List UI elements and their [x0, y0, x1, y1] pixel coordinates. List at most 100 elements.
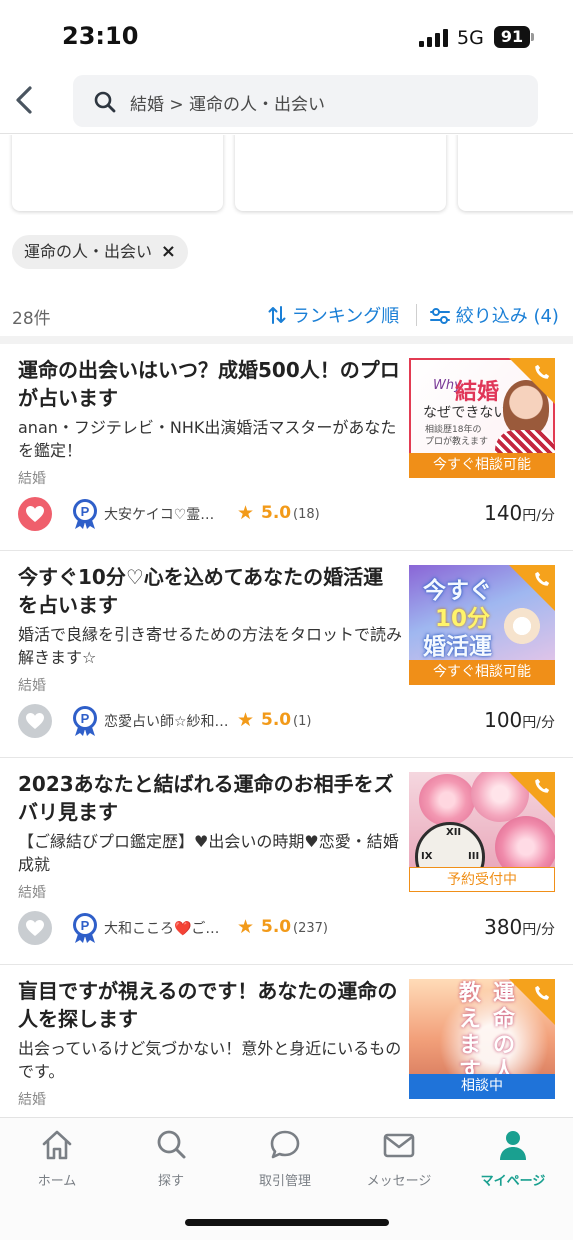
- mail-icon: [383, 1133, 415, 1158]
- tab-mypage[interactable]: マイページ: [456, 1128, 570, 1198]
- phone-corner-badge: [509, 565, 555, 611]
- item-thumbnail[interactable]: XII IX III 予約受付中: [409, 772, 555, 892]
- phone-corner-badge: [509, 772, 555, 818]
- item-description: 婚活で良縁を引き寄せるための方法をタロットで読み解きます☆: [18, 625, 403, 667]
- availability-badge: 予約受付中: [409, 867, 555, 892]
- search-query: 結婚 > 運命の人・出会い: [130, 95, 326, 115]
- sort-arrows-icon: [268, 306, 286, 324]
- phone-corner-badge: [509, 979, 555, 1025]
- person-icon: [500, 1131, 526, 1160]
- thumb-text: 相談歴18年の プロが教えます: [425, 425, 489, 447]
- item-category: 結婚: [18, 885, 46, 901]
- phone-icon: [535, 778, 550, 793]
- svg-text:P: P: [81, 918, 90, 933]
- review-count: (1): [293, 714, 312, 729]
- result-count: 28件: [12, 309, 51, 329]
- tab-label: メッセージ: [366, 1174, 432, 1189]
- section-divider: [0, 336, 573, 344]
- list-item[interactable]: 盲目ですが視えるのです！あなたの運命の人を探します 出会っているけど気づかない！…: [0, 965, 573, 1125]
- heart-icon: [26, 920, 44, 936]
- category-card[interactable]: [458, 135, 573, 211]
- home-icon: [42, 1130, 72, 1160]
- item-description: 【ご縁結びプロ鑑定歴】♥出会いの時期♥恋愛・結婚成就: [18, 832, 399, 874]
- price: 380円/分: [484, 915, 555, 939]
- sliders-icon: [430, 308, 450, 324]
- item-category: 結婚: [18, 678, 46, 694]
- category-card[interactable]: [12, 135, 223, 211]
- tab-label: 取引管理: [258, 1174, 311, 1189]
- review-count: (18): [293, 507, 320, 522]
- filter-label: 絞り込み (4): [455, 306, 559, 327]
- heart-icon: [26, 506, 44, 522]
- rating-value: 5.0: [261, 917, 292, 937]
- tab-search[interactable]: 探す: [114, 1128, 228, 1198]
- availability-badge: 相談中: [409, 1074, 555, 1099]
- filter-chip[interactable]: 運命の人・出会い ×: [12, 235, 189, 269]
- platinum-badge-icon: P: [73, 913, 97, 943]
- tab-home[interactable]: ホーム: [0, 1128, 114, 1198]
- phone-icon: [535, 364, 550, 379]
- favorite-button[interactable]: [18, 911, 52, 945]
- network-type: 5G: [457, 27, 484, 49]
- header: 結婚 > 運命の人・出会い: [0, 70, 573, 134]
- rose-image: [419, 774, 475, 826]
- seller-name[interactable]: 大安ケイコ♡霊…: [104, 504, 234, 524]
- review-count: (237): [293, 921, 328, 936]
- tab-label: 探す: [157, 1174, 184, 1189]
- phone-icon: [535, 571, 550, 586]
- favorite-button[interactable]: [18, 497, 52, 531]
- tab-transactions[interactable]: 取引管理: [228, 1128, 342, 1198]
- search-icon: [157, 1130, 186, 1159]
- item-title[interactable]: 2023あなたと結ばれる運命のお相手をズバリ見ます: [18, 770, 402, 826]
- chat-bubble-icon: [270, 1130, 300, 1159]
- list-item[interactable]: 2023あなたと結ばれる運命のお相手をズバリ見ます 【ご縁結びプロ鑑定歴】♥出会…: [0, 758, 573, 965]
- price: 100円/分: [484, 708, 555, 732]
- seller-name[interactable]: 恋愛占い師☆紗和…: [104, 711, 234, 731]
- item-category: 結婚: [18, 471, 46, 487]
- item-thumbnail[interactable]: 運命の人 教えます 相談中: [409, 979, 555, 1099]
- battery-icon: 91: [494, 26, 530, 48]
- status-time: 23:10: [62, 22, 139, 50]
- tab-label: マイページ: [480, 1174, 546, 1189]
- status-bar: 23:10 5G 91: [0, 0, 573, 70]
- availability-badge: 今すぐ相談可能: [409, 660, 555, 685]
- platinum-badge-icon: P: [73, 499, 97, 529]
- svg-text:P: P: [81, 504, 90, 519]
- toolbar-divider: [416, 304, 417, 326]
- phone-corner-badge: [509, 358, 555, 404]
- svg-text:P: P: [81, 711, 90, 726]
- phone-icon: [535, 985, 550, 1000]
- star-icon: ★: [237, 916, 255, 938]
- list-item[interactable]: 今すぐ10分♡心を込めてあなたの婚活運を占います 婚活で良縁を引き寄せるための方…: [0, 551, 573, 758]
- category-card-strip: [0, 135, 573, 215]
- item-title[interactable]: 運命の出会いはいつ？成婚500人！のプロが占います: [18, 356, 402, 412]
- thumb-text: 教えます: [459, 981, 482, 1084]
- rating-value: 5.0: [261, 503, 292, 523]
- platinum-badge-icon: P: [73, 706, 97, 736]
- item-category: 結婚: [18, 1092, 46, 1108]
- item-description: 出会っているけど気づかない！意外と身近にいるものです。: [18, 1039, 402, 1081]
- favorite-button[interactable]: [18, 704, 52, 738]
- filter-button[interactable]: 絞り込み (4): [430, 302, 559, 328]
- filter-chip-label: 運命の人・出会い: [24, 242, 153, 261]
- signal-icon: [419, 29, 449, 47]
- sort-button[interactable]: ランキング順: [268, 302, 399, 328]
- rating-value: 5.0: [261, 710, 292, 730]
- price: 140円/分: [484, 501, 555, 525]
- availability-badge: 今すぐ相談可能: [409, 453, 555, 478]
- battery-tip: [531, 33, 534, 41]
- category-card[interactable]: [235, 135, 446, 211]
- tab-messages[interactable]: メッセージ: [342, 1128, 456, 1198]
- seller-name[interactable]: 大和こころ❤️ご…: [104, 918, 234, 938]
- item-thumbnail[interactable]: 今すぐ 10分 婚活運 今すぐ相談可能: [409, 565, 555, 685]
- back-button[interactable]: [8, 80, 42, 120]
- item-title[interactable]: 盲目ですが視えるのです！あなたの運命の人を探します: [18, 977, 402, 1033]
- item-title[interactable]: 今すぐ10分♡心を込めてあなたの婚活運を占います: [18, 563, 402, 619]
- home-indicator[interactable]: [185, 1219, 389, 1226]
- search-input[interactable]: 結婚 > 運命の人・出会い: [73, 75, 538, 127]
- heart-icon: [26, 713, 44, 729]
- item-description: anan・フジテレビ・NHK出演婚活マスターがあなたを鑑定！: [18, 418, 397, 460]
- close-icon[interactable]: ×: [161, 235, 176, 269]
- list-item[interactable]: 運命の出会いはいつ？成婚500人！のプロが占います anan・フジテレビ・NHK…: [0, 344, 573, 551]
- item-thumbnail[interactable]: Why 結婚 なぜできないの？ 相談歴18年の プロが教えます 今すぐ相談可能: [409, 358, 555, 478]
